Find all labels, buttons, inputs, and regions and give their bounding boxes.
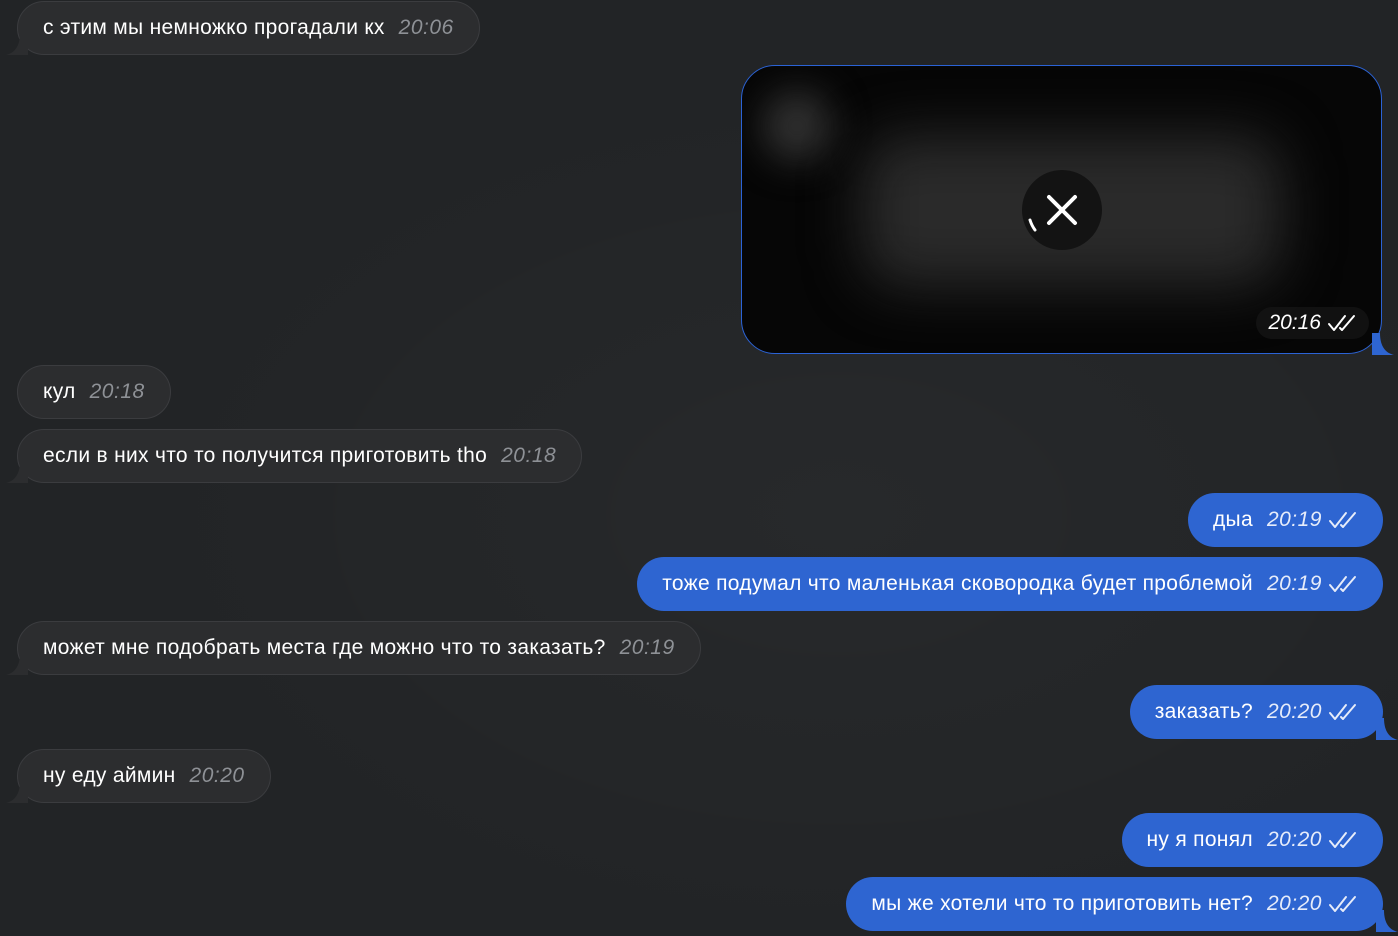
message-time: 20:16 [1268,311,1321,334]
media-message[interactable]: 20:16 [741,65,1382,354]
outgoing-message[interactable]: дыа 20:19 [1188,493,1383,547]
incoming-message[interactable]: может мне подобрать места где можно что … [6,621,701,675]
message-time: 20:20 [1266,828,1322,851]
message-time: 20:18 [501,444,557,467]
message-text: заказать? [1154,700,1253,723]
message-time: 20:20 [1266,892,1322,915]
double-check-icon [1328,315,1355,331]
message-time: 20:06 [398,16,454,39]
outgoing-message[interactable]: заказать? 20:20 [1129,685,1398,740]
double-check-icon [1329,512,1356,528]
double-check-icon [1329,896,1356,912]
message-text: ну еду аймин [43,764,176,787]
outgoing-message[interactable]: тоже подумал что маленькая сковородка бу… [637,557,1383,611]
message-time: 20:20 [189,764,245,787]
bubble-tail [6,781,28,803]
incoming-message[interactable]: с этим мы немножко прогадали кх 20:06 [6,1,480,55]
message-time: 20:19 [619,636,675,659]
double-check-icon [1329,704,1356,720]
message-text: с этим мы немножко прогадали кх [43,16,385,39]
message-time: 20:18 [89,380,145,403]
message-text: мы же хотели что то приготовить нет? [871,892,1253,915]
bubble-tail [1376,718,1398,740]
incoming-message[interactable]: если в них что то получится приготовить … [6,429,583,483]
bubble-tail [1372,333,1394,355]
message-time: 20:19 [1266,572,1322,595]
cancel-download-button[interactable] [1022,170,1102,250]
double-check-icon [1329,576,1356,592]
incoming-message[interactable]: ну еду аймин 20:20 [6,749,271,803]
double-check-icon [1329,832,1356,848]
bubble-tail [6,33,28,55]
bubble-tail [1376,910,1398,932]
message-time: 20:20 [1266,700,1322,723]
message-time: 20:19 [1266,508,1322,531]
incoming-message[interactable]: кул 20:18 [17,365,171,419]
outgoing-message[interactable]: мы же хотели что то приготовить нет? 20:… [846,877,1398,932]
blurred-preview [762,91,832,161]
close-icon [1028,195,1077,232]
chat-transcript: с этим мы немножко прогадали кх 20:06 20… [0,0,1398,936]
media-time-badge: 20:16 [1256,307,1369,339]
message-text: кул [43,380,76,403]
message-text: ну я понял [1146,828,1253,851]
message-text: может мне подобрать места где можно что … [43,636,606,659]
bubble-tail [6,653,28,675]
message-text: тоже подумал что маленькая сковородка бу… [662,572,1253,595]
outgoing-message[interactable]: ну я понял 20:20 [1121,813,1383,867]
bubble-tail [6,461,28,483]
message-text: дыа [1213,508,1253,531]
message-text: если в них что то получится приготовить … [43,444,488,467]
